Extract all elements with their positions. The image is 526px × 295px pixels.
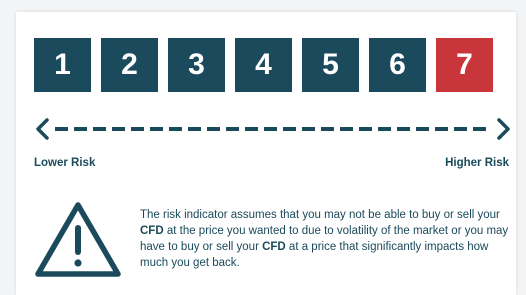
- note-cfd-1: CFD: [140, 225, 164, 237]
- risk-level-2: 2: [101, 38, 158, 92]
- risk-scale: 1 2 3 4 5 6 7: [34, 38, 493, 92]
- risk-level-3: 3: [168, 38, 225, 92]
- lower-risk-label: Lower Risk: [34, 157, 96, 169]
- risk-indicator-note: The risk indicator assumes that you may …: [140, 207, 512, 271]
- risk-level-1: 1: [34, 38, 91, 92]
- risk-range-arrow: [36, 118, 510, 140]
- higher-risk-label: Higher Risk: [445, 157, 509, 169]
- risk-level-4: 4: [235, 38, 292, 92]
- risk-indicator-card: 1 2 3 4 5 6 7 Lower Risk Higher Risk The…: [16, 12, 516, 295]
- arrow-left-head: [36, 118, 49, 140]
- risk-level-6: 6: [369, 38, 426, 92]
- risk-level-5: 5: [302, 38, 359, 92]
- warning-triangle-icon: [35, 202, 121, 277]
- note-text-1: The risk indicator assumes that you may …: [140, 209, 500, 221]
- note-cfd-2: CFD: [262, 241, 286, 253]
- risk-level-7: 7: [436, 38, 493, 92]
- arrow-right-head: [497, 118, 510, 140]
